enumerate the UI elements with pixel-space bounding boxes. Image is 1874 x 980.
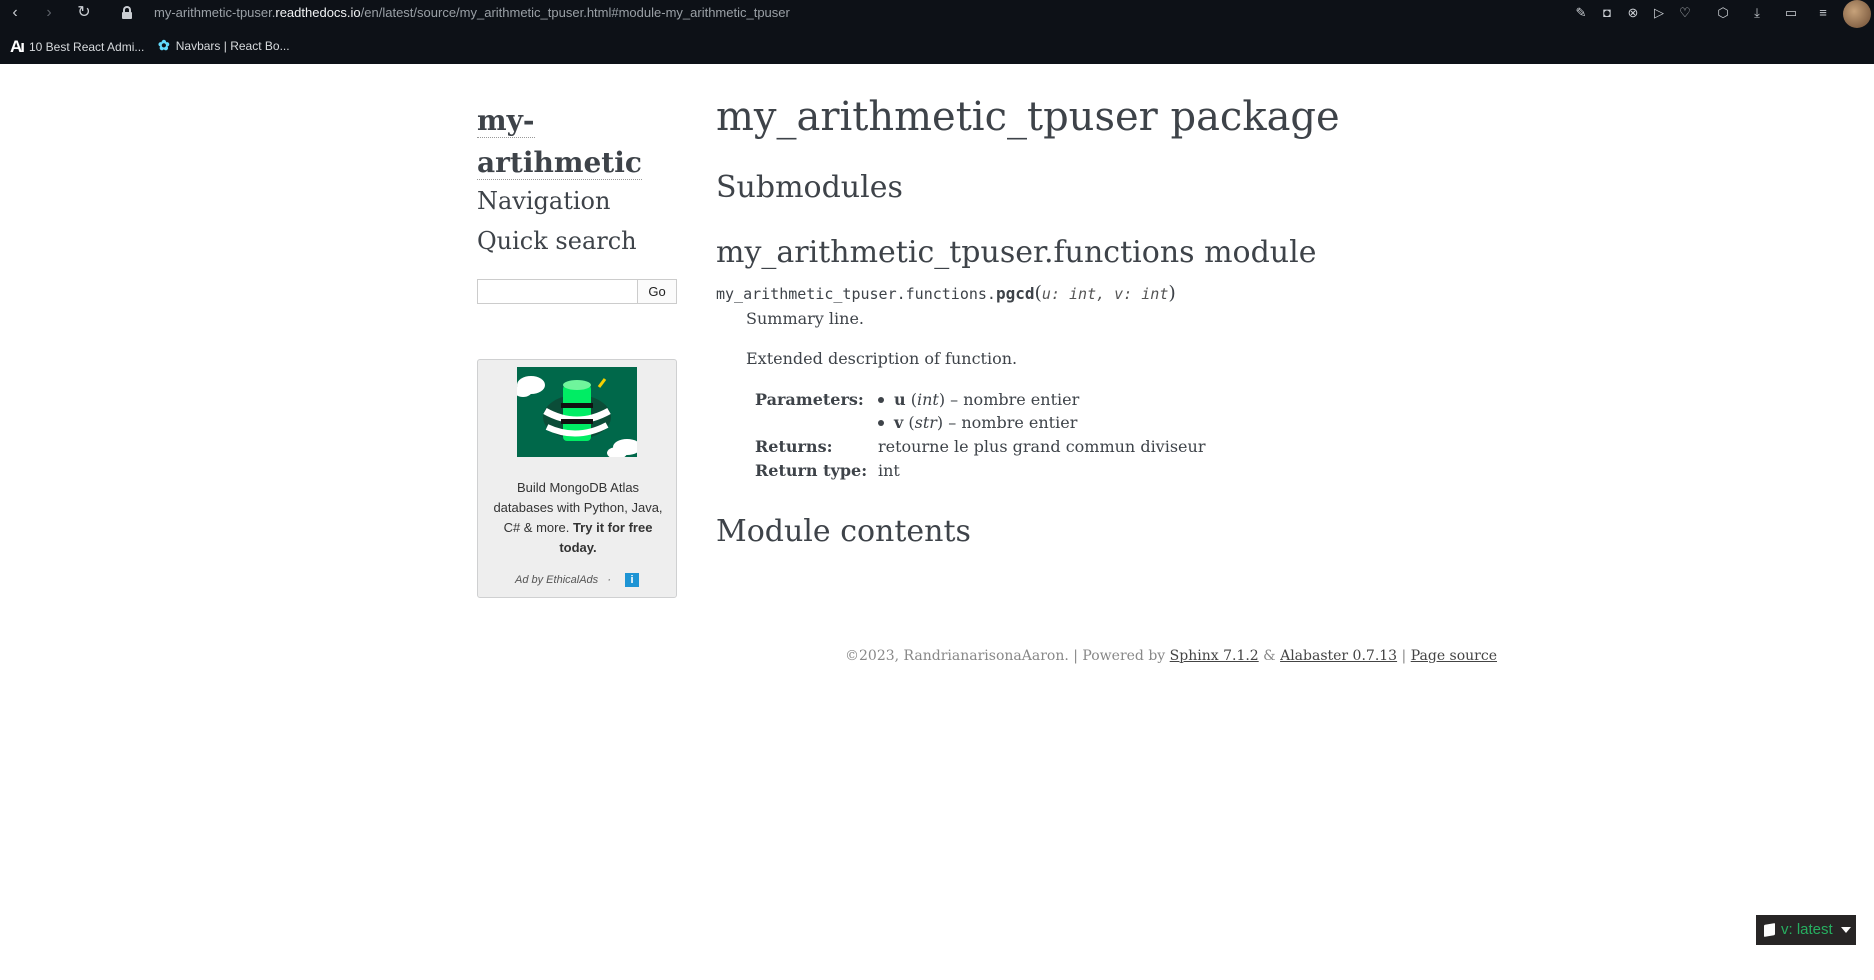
search-input[interactable]: [477, 279, 638, 304]
bookmark-label: 10 Best React Admi...: [29, 40, 145, 54]
logo-line-2: artihmetic: [477, 146, 642, 180]
lock-icon[interactable]: [122, 6, 132, 19]
go-button[interactable]: Go: [638, 279, 677, 304]
download-icon[interactable]: ⤓: [1748, 4, 1766, 22]
param-item: u (int) – nombre entier: [878, 389, 1079, 411]
bookmark-a-icon: Aı: [10, 37, 25, 56]
cube-icon[interactable]: ⬡: [1714, 4, 1732, 22]
sidebar: my-artihmetic Navigation Quick search: [477, 100, 677, 258]
functions-module-heading: my_arithmetic_tpuser.functions module: [716, 235, 1317, 270]
page-source-link[interactable]: Page source: [1411, 648, 1497, 664]
browser-chrome: ‹ › ↻ my-arithmetic-tpuser.readthedocs.i…: [0, 0, 1874, 64]
edit-icon[interactable]: ✎: [1572, 4, 1590, 22]
bookmarks-bar: Aı 10 Best React Admi... ✿ Navbars | Rea…: [0, 34, 1874, 58]
returns-value: retourne le plus grand commun diviseur: [878, 437, 1206, 456]
bookmark-label: Navbars | React Bo...: [175, 38, 290, 53]
forward-icon[interactable]: ›: [38, 2, 60, 24]
page-title: my_arithmetic_tpuser package: [716, 94, 1340, 140]
menu-icon[interactable]: ≡: [1814, 4, 1832, 22]
return-type-label: Return type:: [755, 461, 868, 480]
footer: ©2023, RandrianarisonaAaron. | Powered b…: [845, 648, 1497, 664]
shield-icon[interactable]: ⊗: [1624, 4, 1642, 22]
url-field[interactable]: my-arithmetic-tpuser.readthedocs.io/en/l…: [154, 5, 790, 20]
caret-down-icon: [1840, 927, 1851, 933]
ethical-ad[interactable]: Build MongoDB Atlas databases with Pytho…: [477, 359, 677, 598]
info-icon[interactable]: i: [625, 573, 639, 587]
return-type-value: int: [878, 461, 900, 480]
sig-prefix: my_arithmetic_tpuser.functions.: [716, 285, 996, 303]
sphinx-link[interactable]: Sphinx 7.1.2: [1170, 648, 1259, 664]
module-contents-heading: Module contents: [716, 514, 971, 549]
summary-line: Summary line.: [746, 309, 865, 328]
react-bootstrap-icon: ✿: [158, 37, 170, 53]
function-signature: my_arithmetic_tpuser.functions.pgcd(u: i…: [716, 282, 1176, 304]
sig-params: u: int, v: int: [1041, 285, 1169, 303]
send-icon[interactable]: ▷: [1650, 4, 1668, 22]
camera-icon[interactable]: ◘: [1598, 4, 1616, 22]
footer-amp: &: [1258, 648, 1281, 664]
mongodb-ad-image[interactable]: [517, 367, 637, 457]
search-form: Go: [477, 279, 677, 304]
navigation-heading: Navigation: [477, 187, 611, 215]
bookmark-react-admin[interactable]: Aı 10 Best React Admi...: [10, 37, 144, 57]
quick-search-heading: Quick search: [477, 227, 637, 255]
ad-by-ethicalads[interactable]: Ad by EthicalAds · i: [478, 573, 676, 587]
back-icon[interactable]: ‹: [4, 2, 26, 24]
profile-avatar[interactable]: [1843, 0, 1871, 28]
submodules-heading: Submodules: [716, 170, 903, 205]
returns-label: Returns:: [755, 437, 833, 456]
heart-icon[interactable]: ♡: [1676, 4, 1694, 22]
footer-copyright: ©2023, RandrianarisonaAaron. | Powered b…: [845, 648, 1170, 664]
alabaster-link[interactable]: Alabaster 0.7.13: [1280, 648, 1397, 664]
footer-sep: |: [1397, 648, 1411, 664]
address-bar-row: ‹ › ↻ my-arithmetic-tpuser.readthedocs.i…: [0, 0, 1874, 28]
rtd-version-badge[interactable]: v: latest: [1756, 915, 1856, 945]
sig-function-name: pgcd: [995, 284, 1035, 303]
reload-icon[interactable]: ↻: [73, 2, 95, 24]
parameters-label: Parameters:: [755, 390, 864, 409]
battery-icon[interactable]: ▭: [1782, 4, 1800, 22]
logo-line-1: my-: [477, 104, 535, 138]
ad-text[interactable]: Build MongoDB Atlas databases with Pytho…: [486, 478, 670, 558]
version-label: v: latest: [1781, 921, 1833, 938]
book-icon: [1764, 923, 1775, 937]
site-logo-link[interactable]: my-artihmetic: [477, 100, 642, 184]
param-item: v (str) – nombre entier: [878, 412, 1077, 434]
extended-description: Extended description of function.: [746, 349, 1018, 368]
bookmark-navbars[interactable]: ✿ Navbars | React Bo...: [158, 37, 290, 54]
